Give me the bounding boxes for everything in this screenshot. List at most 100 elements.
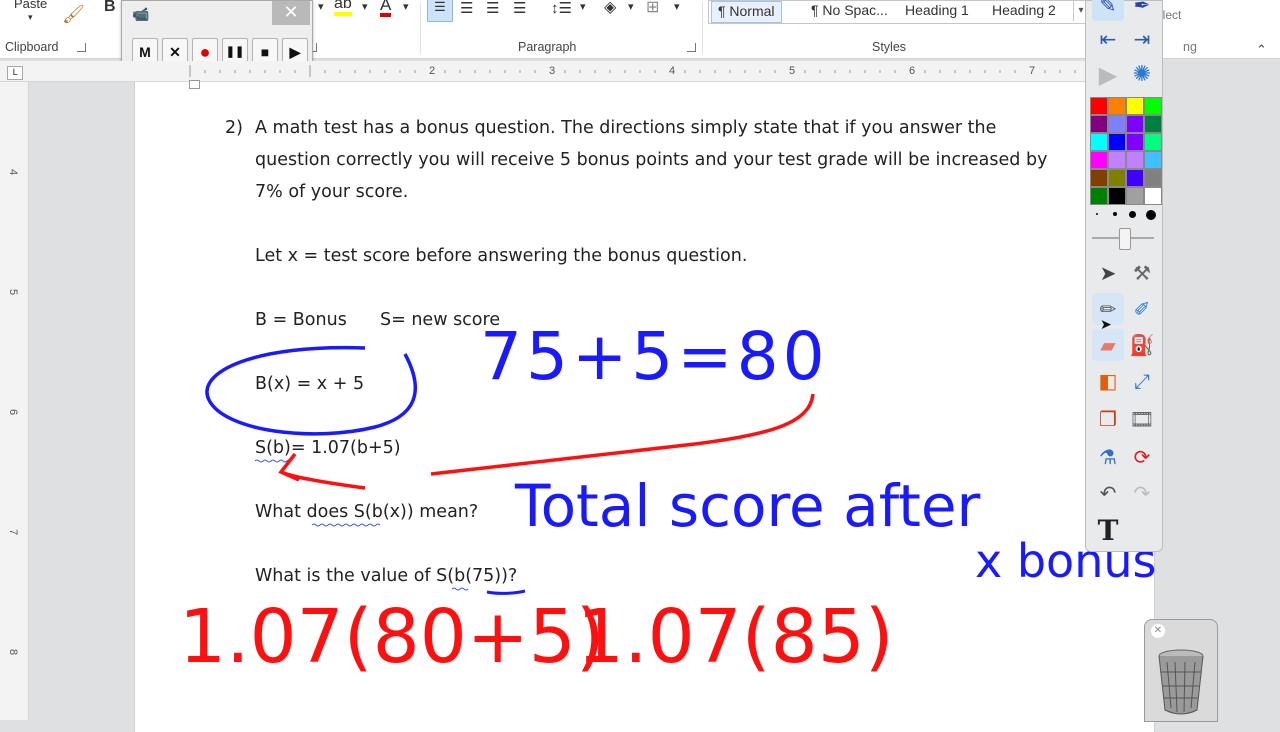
color-swatch[interactable]: [1108, 115, 1126, 133]
color-swatch[interactable]: [1108, 97, 1126, 115]
align-right-icon[interactable]: ☰: [486, 0, 499, 17]
color-swatch[interactable]: [1126, 151, 1144, 169]
question-text-line-2: question correctly you will receive 5 bo…: [255, 150, 1048, 170]
red-arrow-curve: [430, 393, 815, 476]
document-page[interactable]: 2) A math test has a bonus question. The…: [134, 80, 1156, 732]
color-swatch[interactable]: [1090, 97, 1108, 115]
select-arrow-icon[interactable]: ➤: [1092, 257, 1124, 289]
layers-icon[interactable]: ❐: [1092, 403, 1124, 435]
handwritten-total-score: Total score after: [515, 472, 981, 540]
annotation-tool-palette: ✎ ✒ ⇤ ⇥ ▶ ✺ ➤ ⚒ ✏ ✐ ▰ ⛽ ◧ ⤢ ❐ 🎞 ⚗ ⟳ ↶ ↷ …: [1085, 0, 1163, 552]
bonus-definition: B = Bonus: [255, 310, 347, 330]
divider: [420, 2, 421, 54]
camera-icon: 📹: [132, 7, 150, 23]
color-swatch[interactable]: [1108, 151, 1126, 169]
refresh-icon[interactable]: ⟳: [1126, 441, 1158, 473]
tab-selector-icon[interactable]: L: [7, 66, 23, 80]
trash-widget[interactable]: ✕: [1144, 619, 1218, 722]
horizontal-ruler[interactable]: 2 3 4 5 6 7: [0, 61, 1085, 82]
shading-dropdown-icon[interactable]: ▾: [628, 0, 634, 13]
color-swatch[interactable]: [1144, 133, 1162, 151]
style-heading-1[interactable]: Heading 1: [899, 1, 975, 21]
color-swatch[interactable]: [1144, 115, 1162, 133]
shading-icon[interactable]: ◈: [604, 0, 616, 17]
ruler-number: 7: [7, 528, 20, 536]
color-swatch[interactable]: [1108, 133, 1126, 151]
highlighter-tool-icon[interactable]: ✐: [1126, 293, 1158, 325]
color-swatch[interactable]: [1108, 187, 1126, 205]
trash-close-icon[interactable]: ✕: [1151, 624, 1165, 638]
paragraph-launcher-icon[interactable]: [687, 43, 696, 52]
style-no-spacing[interactable]: ¶ No Spac...: [805, 1, 894, 21]
opacity-slider-handle[interactable]: [1119, 228, 1131, 250]
pen-size-large-icon[interactable]: [1146, 210, 1156, 220]
borders-dropdown-icon[interactable]: ▾: [674, 0, 680, 13]
line-spacing-icon[interactable]: ↕☰: [551, 0, 572, 17]
borders-icon[interactable]: ⊞: [646, 0, 659, 17]
color-swatch[interactable]: [1090, 187, 1108, 205]
font-color-dropdown-icon[interactable]: ▾: [403, 0, 409, 13]
recorder-close-button[interactable]: ✕: [272, 1, 310, 25]
question-meaning: What does S(b(x)) mean?: [255, 502, 479, 522]
bonus-equation: B(x) = x + 5: [255, 374, 365, 394]
spellcheck-squiggle: [451, 587, 469, 591]
pen-size-tiny-icon[interactable]: [1096, 213, 1098, 215]
highlight-icon[interactable]: ab: [334, 0, 352, 16]
justify-icon[interactable]: ☰: [513, 0, 526, 17]
table-anchor-icon[interactable]: [189, 80, 200, 89]
play-icon[interactable]: ▶: [1092, 59, 1124, 91]
paste-button[interactable]: Paste: [14, 0, 47, 11]
color-swatch[interactable]: [1090, 151, 1108, 169]
divider: [702, 2, 703, 54]
paste-dropdown-icon[interactable]: ▾: [28, 12, 33, 23]
highlight-dropdown-icon[interactable]: ▾: [362, 0, 368, 13]
ruler-number: 4: [7, 168, 20, 176]
color-swatch[interactable]: [1126, 115, 1144, 133]
align-left-icon[interactable]: ☰: [427, 0, 453, 22]
flask-icon[interactable]: ⚗: [1092, 441, 1124, 473]
next-page-icon[interactable]: ⇥: [1126, 23, 1158, 55]
group-label-styles: Styles: [872, 40, 907, 54]
color-swatch[interactable]: [1144, 169, 1162, 187]
color-swatch[interactable]: [1126, 133, 1144, 151]
pen-size-medium-icon[interactable]: [1129, 211, 1136, 218]
color-swatch[interactable]: [1144, 151, 1162, 169]
color-swatch[interactable]: [1090, 115, 1108, 133]
style-heading-2[interactable]: Heading 2: [986, 1, 1062, 21]
color-swatch[interactable]: [1144, 187, 1162, 205]
line-tool-icon[interactable]: ⤢: [1126, 365, 1158, 397]
fill-tool-icon[interactable]: ⛽: [1126, 329, 1158, 361]
trash-can-icon: [1158, 649, 1204, 715]
group-label-paragraph: Paragraph: [518, 40, 577, 54]
clipboard-launcher-icon[interactable]: [77, 43, 86, 52]
redo-icon[interactable]: ↷: [1126, 477, 1158, 509]
color-swatch[interactable]: [1144, 97, 1162, 115]
text-tool-icon[interactable]: T: [1092, 515, 1124, 547]
vertical-ruler[interactable]: 4 5 6 7 8: [0, 82, 29, 720]
film-icon[interactable]: 🎞: [1126, 403, 1158, 435]
font-color-button[interactable]: A: [380, 0, 392, 17]
color-swatch[interactable]: [1108, 169, 1126, 187]
pen-size-small-icon[interactable]: [1113, 212, 1117, 216]
color-swatch[interactable]: [1090, 169, 1108, 187]
spotlight-icon[interactable]: ✺: [1126, 59, 1158, 91]
color-swatch[interactable]: [1126, 187, 1144, 205]
tools-icon[interactable]: ⚒: [1126, 257, 1158, 289]
eraser-tool-icon[interactable]: ▰: [1092, 329, 1124, 361]
collapse-ribbon-icon[interactable]: ⌃: [1256, 42, 1267, 58]
pen-mode-icon[interactable]: ✎: [1092, 0, 1124, 21]
bold-button[interactable]: B: [104, 0, 116, 16]
style-normal[interactable]: ¶ Normal: [711, 1, 782, 23]
color-swatch[interactable]: [1090, 133, 1108, 151]
format-painter-icon[interactable]: 🖌: [62, 4, 85, 25]
ruler-number: 8: [7, 648, 20, 656]
previous-page-icon[interactable]: ⇤: [1092, 23, 1124, 55]
undo-icon[interactable]: ↶: [1092, 477, 1124, 509]
color-swatch[interactable]: [1126, 169, 1144, 187]
highlighter-mode-icon[interactable]: ✒: [1126, 0, 1158, 21]
line-spacing-dropdown-icon[interactable]: ▾: [580, 0, 586, 13]
color-swatch[interactable]: [1126, 97, 1144, 115]
shape-tool-icon[interactable]: ◧: [1092, 365, 1124, 397]
dropdown-arrow-icon[interactable]: ▾: [318, 0, 324, 13]
align-center-icon[interactable]: ☰: [460, 0, 473, 17]
